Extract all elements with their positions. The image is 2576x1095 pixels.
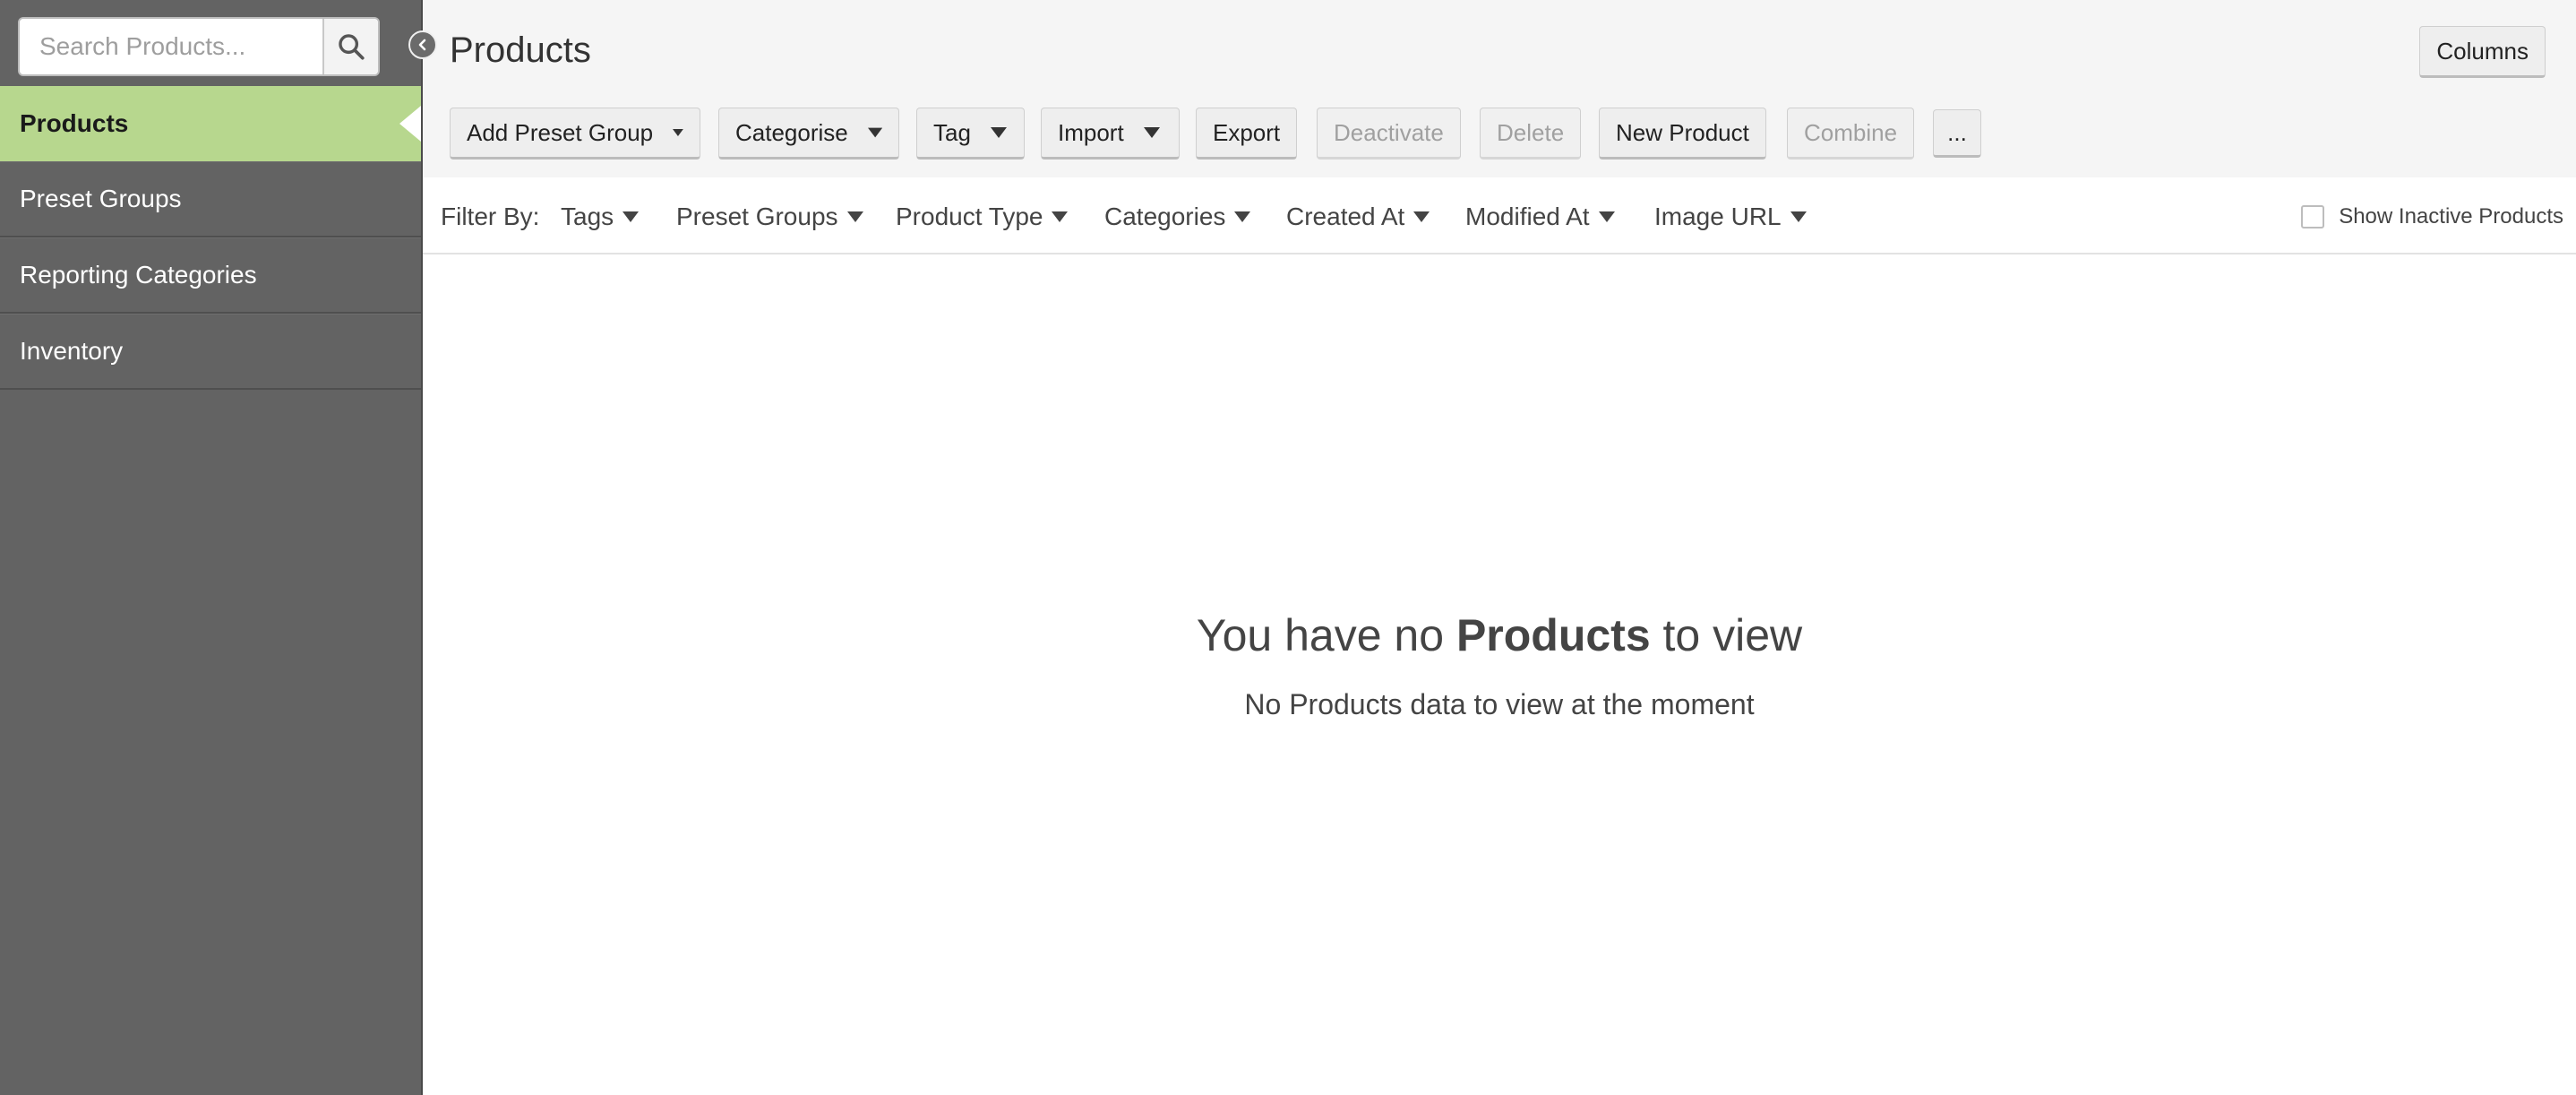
- filter-categories[interactable]: Categories: [1104, 203, 1251, 231]
- caret-down-icon: [1598, 211, 1615, 222]
- sidebar-item-inventory[interactable]: Inventory: [0, 314, 421, 390]
- caret-down-icon: [1052, 211, 1069, 222]
- filter-bar: Filter By: Tags Preset Groups Product Ty…: [423, 177, 2576, 254]
- show-inactive-label: Show Inactive Products: [2339, 204, 2563, 228]
- caret-down-icon: [1143, 127, 1160, 138]
- empty-state-suffix: to view: [1650, 610, 1803, 660]
- filter-created-at[interactable]: Created At: [1286, 203, 1430, 231]
- columns-button-label: Columns: [2436, 37, 2529, 65]
- filter-product-type[interactable]: Product Type: [896, 203, 1069, 231]
- sidebar-item-preset-groups[interactable]: Preset Groups: [0, 161, 421, 237]
- empty-state-subtitle: No Products data to view at the moment: [1244, 688, 1755, 720]
- new-product-label: New Product: [1616, 118, 1749, 146]
- search-box: [18, 17, 380, 76]
- caret-down-icon: [1413, 211, 1430, 222]
- caret-down-icon: [1790, 211, 1807, 222]
- caret-down-icon: [867, 127, 882, 138]
- sidebar-item-reporting-categories[interactable]: Reporting Categories: [0, 237, 421, 314]
- filter-image-url[interactable]: Image URL: [1654, 203, 1807, 231]
- search-input[interactable]: [20, 19, 324, 74]
- deactivate-button[interactable]: Deactivate: [1317, 108, 1461, 160]
- sidebar-item-label: Preset Groups: [20, 185, 182, 212]
- show-inactive-checkbox[interactable]: [2301, 205, 2325, 228]
- caret-down-icon: [1234, 211, 1251, 222]
- columns-button[interactable]: Columns: [2419, 26, 2546, 78]
- toolbar-area: Products Columns Add Preset Group Catego…: [423, 0, 2576, 177]
- import-label: Import: [1058, 118, 1124, 146]
- filter-categories-label: Categories: [1104, 203, 1226, 230]
- categorise-button[interactable]: Categorise: [718, 108, 899, 160]
- tag-button[interactable]: Tag: [916, 108, 1025, 160]
- categorise-label: Categorise: [735, 118, 848, 146]
- deactivate-label: Deactivate: [1334, 118, 1444, 146]
- new-product-button[interactable]: New Product: [1599, 108, 1766, 160]
- caret-down-icon: [623, 211, 640, 222]
- tag-label: Tag: [933, 118, 971, 146]
- filter-modified-at[interactable]: Modified At: [1465, 203, 1615, 231]
- empty-state-title: You have no Products to view: [423, 609, 2576, 661]
- more-options-button[interactable]: ...: [1933, 109, 1981, 158]
- show-inactive-toggle[interactable]: Show Inactive Products: [2301, 204, 2563, 229]
- export-label: Export: [1213, 118, 1281, 146]
- search-icon: [339, 34, 365, 60]
- filter-preset-groups-label: Preset Groups: [676, 203, 838, 230]
- add-preset-group-label: Add Preset Group: [467, 118, 654, 146]
- more-options-label: ...: [1947, 118, 1967, 146]
- filter-by-label: Filter By:: [441, 203, 540, 230]
- page-title: Products: [450, 30, 591, 70]
- empty-state-prefix: You have no: [1196, 610, 1456, 660]
- delete-label: Delete: [1497, 118, 1565, 146]
- collapse-sidebar-button[interactable]: [408, 30, 437, 59]
- sidebar-item-label: Reporting Categories: [20, 261, 257, 289]
- empty-state-entity: Products: [1455, 610, 1651, 660]
- delete-button[interactable]: Delete: [1480, 108, 1582, 160]
- main-content: Products Columns Add Preset Group Catego…: [423, 0, 2576, 1095]
- combine-button[interactable]: Combine: [1787, 108, 1915, 160]
- filter-preset-groups[interactable]: Preset Groups: [676, 203, 863, 231]
- combine-label: Combine: [1804, 118, 1898, 146]
- caret-down-icon: [990, 127, 1007, 138]
- add-preset-group-button[interactable]: Add Preset Group: [450, 108, 700, 160]
- caret-down-icon: [673, 129, 683, 136]
- sidebar: Products Preset Groups Reporting Categor…: [0, 0, 423, 1095]
- filter-modified-at-label: Modified At: [1465, 203, 1590, 230]
- chevron-left-icon: [418, 39, 426, 51]
- caret-down-icon: [846, 211, 863, 222]
- filter-created-at-label: Created At: [1286, 203, 1405, 230]
- filter-tags[interactable]: Tags: [561, 203, 640, 231]
- sidebar-item-products[interactable]: Products: [0, 86, 421, 161]
- filter-tags-label: Tags: [561, 203, 614, 230]
- sidebar-nav: Products Preset Groups Reporting Categor…: [0, 86, 421, 390]
- filter-product-type-label: Product Type: [896, 203, 1043, 230]
- sidebar-item-label: Products: [20, 109, 129, 137]
- import-button[interactable]: Import: [1041, 108, 1180, 160]
- search-button[interactable]: [322, 19, 378, 74]
- sidebar-item-label: Inventory: [20, 337, 124, 365]
- filter-image-url-label: Image URL: [1654, 203, 1782, 230]
- export-button[interactable]: Export: [1196, 108, 1298, 160]
